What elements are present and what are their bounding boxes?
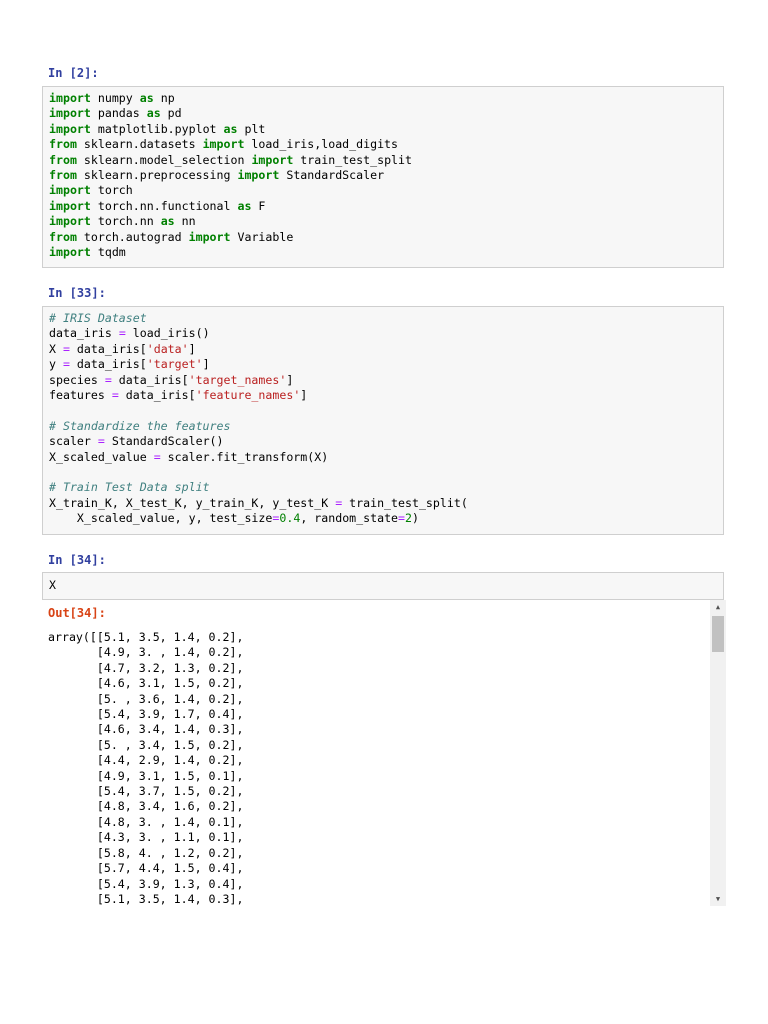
code-token: from	[49, 152, 77, 167]
code-token: sklearn.model_selection	[76, 152, 252, 167]
code-token: import	[49, 198, 91, 213]
code-token: X	[49, 578, 56, 592]
code-token: import	[49, 214, 91, 229]
code-token: # Standardize the features	[49, 418, 231, 433]
input-prompt: In [34]:	[48, 553, 106, 567]
output-prompt: Out[34]:	[48, 606, 106, 620]
code-token: as	[160, 214, 175, 229]
code-token: data_iris[	[69, 357, 147, 372]
code-token: import	[188, 229, 231, 244]
code-token: =	[153, 449, 161, 464]
code-token: X_scaled_value	[49, 449, 154, 464]
code-token: load_iris,load_digits	[244, 137, 399, 152]
code-token: import	[237, 168, 280, 183]
scroll-up-arrow-icon[interactable]: ▲	[710, 600, 726, 614]
code-token: scaler.fit_transform(X)	[160, 449, 329, 464]
code-token: torch.nn.functional	[90, 198, 238, 213]
code-token: =	[111, 388, 119, 403]
code-token: import	[49, 183, 91, 198]
code-token: y	[49, 357, 63, 372]
code-token: torch	[90, 183, 133, 198]
code-token: from	[49, 229, 77, 244]
code-token: import	[49, 245, 91, 260]
code-token: X_train_K, X_test_K, y_train_K, y_test_K	[49, 495, 336, 510]
code-token: 'target'	[146, 357, 203, 372]
code-token: ]	[300, 388, 308, 403]
code-token: species	[49, 372, 105, 387]
code-cell[interactable]: X	[42, 572, 724, 600]
code-token: =	[97, 434, 105, 449]
code-token: F	[251, 198, 266, 213]
code-token: =	[62, 341, 70, 356]
code-token: import	[49, 121, 91, 136]
output-text: array([[5.1, 3.5, 1.4, 0.2], [4.9, 3. , …	[48, 630, 244, 906]
code-token: =	[62, 357, 70, 372]
code-token: sklearn.preprocessing	[76, 168, 238, 183]
code-editor[interactable]: # IRIS Dataset data_iris = load_iris() X…	[43, 307, 723, 527]
code-token: StandardScaler	[279, 168, 385, 183]
code-token: plt	[237, 121, 266, 136]
input-prompt: In [2]:	[48, 66, 99, 80]
code-token: , random_state	[300, 511, 399, 526]
code-token: # Train Test Data split	[49, 480, 210, 495]
code-token: load_iris()	[125, 326, 210, 341]
code-token: data_iris	[49, 326, 119, 341]
code-token: data_iris[	[69, 341, 147, 356]
scroll-thumb[interactable]	[712, 616, 724, 652]
scroll-down-arrow-icon[interactable]: ▼	[710, 892, 726, 906]
code-token: import	[202, 137, 245, 152]
code-token: torch.nn	[90, 214, 161, 229]
code-token: 0.4	[279, 511, 301, 526]
code-token: sklearn.datasets	[76, 137, 203, 152]
code-token: =	[118, 326, 126, 341]
code-token: StandardScaler()	[104, 434, 224, 449]
code-token: data_iris[	[118, 388, 196, 403]
code-token: pandas	[90, 106, 147, 121]
code-token: ]	[188, 341, 196, 356]
code-cell[interactable]: import numpy as np import pandas as pd i…	[42, 86, 724, 268]
code-token: torch.autograd	[76, 229, 189, 244]
code-token: data_iris[	[111, 372, 189, 387]
code-token: train_test_split	[293, 152, 412, 167]
code-token: scaler	[49, 434, 98, 449]
code-token: =	[398, 511, 406, 526]
code-token: # IRIS Dataset	[49, 311, 147, 325]
code-token: 'data'	[146, 341, 189, 356]
code-editor[interactable]: import numpy as np import pandas as pd i…	[43, 87, 723, 260]
code-token: 'feature_names'	[195, 388, 301, 403]
code-token: features	[49, 388, 112, 403]
code-token: ]	[286, 372, 294, 387]
code-token: np	[153, 91, 175, 105]
code-token: pd	[160, 106, 182, 121]
code-token: 2	[405, 511, 413, 526]
output-scrollbar[interactable]: ▲ ▼	[710, 600, 726, 906]
code-token: Variable	[230, 229, 294, 244]
input-prompt: In [33]:	[48, 286, 106, 300]
code-cell[interactable]: # IRIS Dataset data_iris = load_iris() X…	[42, 306, 724, 535]
code-token: as	[146, 106, 161, 121]
code-token: =	[104, 372, 112, 387]
code-token: X	[49, 341, 63, 356]
code-token: import	[49, 91, 91, 105]
code-token: X_scaled_value, y, test_size	[49, 511, 273, 526]
code-token: from	[49, 168, 77, 183]
code-token: ]	[202, 357, 210, 372]
code-token: import	[49, 106, 91, 121]
code-token: )	[412, 511, 419, 526]
code-editor[interactable]: X	[43, 573, 723, 593]
code-token: as	[223, 121, 238, 136]
code-token: 'target_names'	[188, 372, 287, 387]
output-area[interactable]: Out[34]: array([[5.1, 3.5, 1.4, 0.2], [4…	[42, 600, 726, 906]
code-token: as	[237, 198, 252, 213]
code-token: train_test_split(	[342, 495, 468, 510]
code-token: as	[139, 91, 154, 105]
code-token: import	[251, 152, 294, 167]
code-token: tqdm	[90, 245, 126, 260]
code-token: nn	[174, 214, 196, 229]
code-token: numpy	[90, 91, 140, 105]
code-token: from	[49, 137, 77, 152]
code-token: matplotlib.pyplot	[90, 121, 224, 136]
